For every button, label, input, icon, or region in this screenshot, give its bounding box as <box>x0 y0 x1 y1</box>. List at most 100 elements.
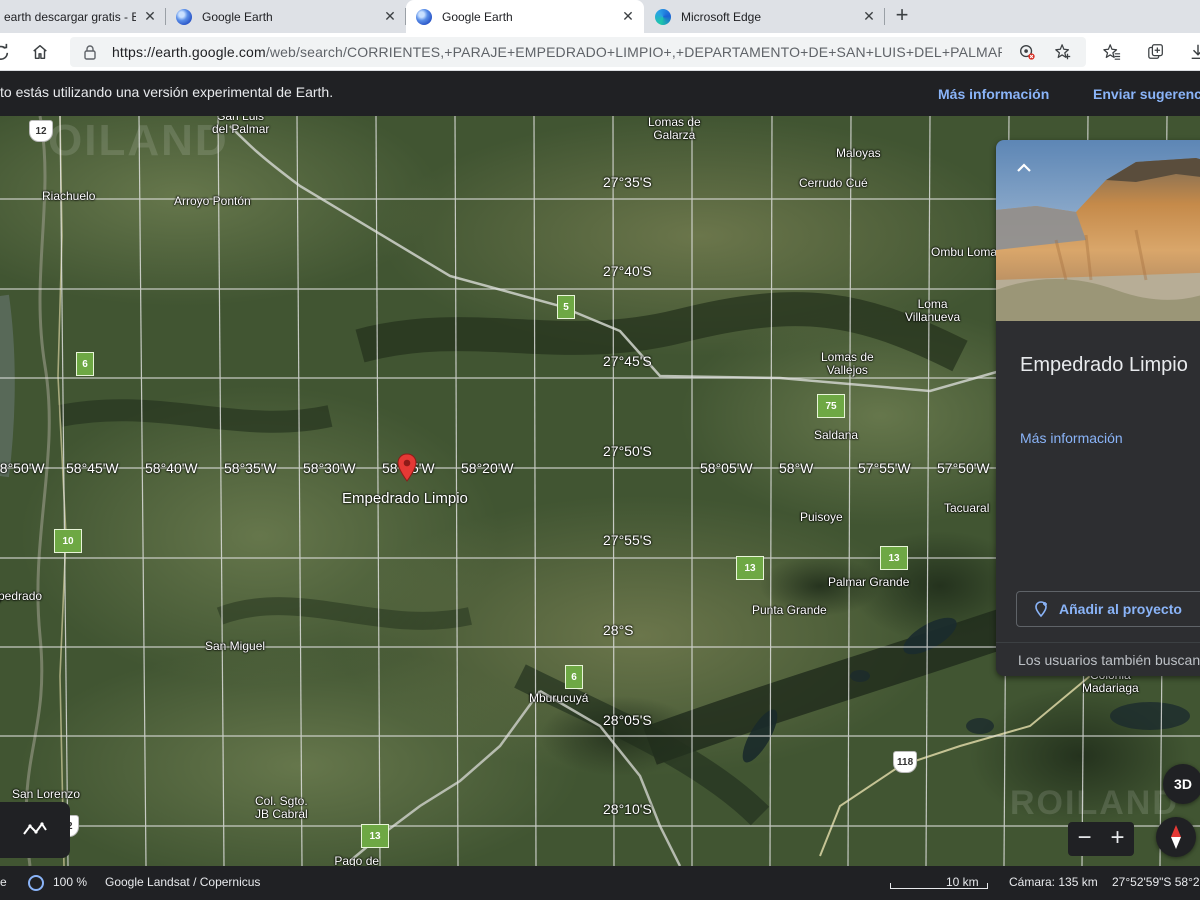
place-label[interactable]: Mburucuyá <box>529 692 588 705</box>
longitude-label: 58°50'W <box>0 460 45 476</box>
longitude-label: 57°55'W <box>858 460 911 476</box>
place-label[interactable]: pedrado <box>0 590 42 603</box>
place-name: Loma Villanueva <box>905 297 961 324</box>
google-earth-icon <box>176 8 192 25</box>
watermark-text: OILAND <box>48 116 229 165</box>
close-icon[interactable]: ✕ <box>382 8 398 24</box>
place-label[interactable]: Punta Grande <box>752 604 827 617</box>
banner-feedback-link[interactable]: Enviar sugerencias <box>1093 86 1200 102</box>
route-shield: 6 <box>565 665 583 689</box>
place-name: Lomas de Vallejos <box>821 350 874 377</box>
place-name: San Luis del Palmar <box>212 116 270 136</box>
tab-google-earth-active[interactable]: Google Earth ✕ <box>406 0 644 33</box>
tab-microsoft-edge[interactable]: Microsoft Edge ✕ <box>645 0 885 33</box>
favorites-button[interactable] <box>1099 39 1125 65</box>
tab-google-earth-1[interactable]: Google Earth ✕ <box>166 0 406 33</box>
camera-altitude: Cámara: 135 km <box>1009 875 1098 889</box>
route-shield: 10 <box>54 529 82 553</box>
pin-label[interactable]: Empedrado Limpio <box>342 490 468 507</box>
place-label[interactable]: Cerrudo Cué <box>799 177 868 190</box>
place-label[interactable]: Loma Villanueva <box>905 298 960 324</box>
zoom-controls: − + <box>1068 822 1134 856</box>
divider <box>996 642 1200 643</box>
scale-label: 10 km <box>946 875 979 889</box>
attribution[interactable]: Google Landsat / Copernicus <box>105 875 260 889</box>
address-bar[interactable]: https://earth.google.com/web/search/CORR… <box>70 37 1086 67</box>
place-label[interactable]: Tacuaral <box>944 502 989 515</box>
place-label[interactable]: Lomas de Galarza <box>648 116 701 142</box>
people-also-search[interactable]: Los usuarios también buscan <box>1018 652 1200 668</box>
tab-bing-search[interactable]: earth descargar gratis - B ✕ <box>0 0 166 33</box>
tab-title: Google Earth <box>202 9 273 24</box>
place-label[interactable]: Ombu Loma <box>931 246 997 259</box>
status-left-fragment: e <box>0 875 7 889</box>
place-label[interactable]: Palmar Grande <box>828 576 909 589</box>
compass-icon <box>1171 825 1181 849</box>
chevron-up-icon[interactable] <box>1012 156 1036 180</box>
refresh-icon <box>0 43 9 60</box>
edge-icon <box>655 8 671 25</box>
latitude-label: 27°50'S <box>603 443 652 459</box>
place-label[interactable]: San Miguel <box>205 640 265 653</box>
zoom-out-button[interactable]: − <box>1068 822 1101 856</box>
home-icon <box>33 44 47 60</box>
refresh-button[interactable] <box>0 39 14 65</box>
latitude-label: 27°55'S <box>603 532 652 548</box>
latitude-label: 28°S <box>603 622 634 638</box>
watermark-text: ROILAND <box>1010 784 1179 822</box>
banner-message: to estás utilizando una versión experime… <box>0 84 334 100</box>
banner-more-info-link[interactable]: Más información <box>938 86 1049 102</box>
place-label[interactable]: San Lorenzo <box>12 788 80 801</box>
map-style-button[interactable] <box>0 802 70 858</box>
lock-icon[interactable] <box>82 44 98 60</box>
toggle-3d-button[interactable]: 3D <box>1163 764 1200 804</box>
route-shield: 13 <box>361 824 389 848</box>
tab-title: Microsoft Edge <box>681 9 762 24</box>
place-label[interactable]: Puisoye <box>800 511 843 524</box>
tracking-prevention-button[interactable] <box>1014 39 1040 65</box>
favorites-icon <box>1103 44 1121 60</box>
longitude-label: 58°20'W <box>461 460 514 476</box>
url-text[interactable]: https://earth.google.com/web/search/CORR… <box>112 44 1002 60</box>
tab-title: earth descargar gratis - B <box>4 9 136 24</box>
add-to-project-label: Añadir al proyecto <box>1059 601 1182 617</box>
star-add-icon <box>1055 44 1071 60</box>
browser-tabstrip: earth descargar gratis - B ✕ Google Eart… <box>0 0 1200 33</box>
location-pin-icon[interactable] <box>397 453 417 483</box>
longitude-label: 58°W <box>779 460 814 476</box>
latitude-label: 28°05'S <box>603 712 652 728</box>
close-icon[interactable]: ✕ <box>861 8 877 24</box>
place-label[interactable]: Pago delos Deseos <box>327 854 386 867</box>
route-shield: 13 <box>736 556 764 580</box>
place-name: Col. Sgto. JB Cabral <box>255 794 308 821</box>
collections-icon <box>1148 44 1163 59</box>
add-favorite-button[interactable] <box>1050 39 1076 65</box>
screen: earth descargar gratis - B ✕ Google Eart… <box>0 0 1200 900</box>
place-label[interactable]: Arroyo Pontón <box>174 195 251 208</box>
place-label[interactable]: Saldana <box>814 429 858 442</box>
place-label[interactable]: Riachuelo <box>42 190 95 203</box>
status-bar: e 100 % Google Landsat / Copernicus 10 k… <box>0 866 1200 900</box>
place-name: Pago delos Deseos <box>334 854 380 867</box>
place-label[interactable]: Col. Sgto. JB Cabral <box>255 795 308 821</box>
latitude-label: 27°35'S <box>603 174 652 190</box>
route-shield: 75 <box>817 394 845 418</box>
compass-button[interactable] <box>1156 817 1196 857</box>
new-tab-button[interactable]: + <box>890 4 914 28</box>
collections-button[interactable] <box>1143 39 1169 65</box>
place-label[interactable]: Maloyas <box>836 147 881 160</box>
card-more-info-link[interactable]: Más información <box>1020 430 1123 446</box>
route-shield: 6 <box>76 352 94 376</box>
home-button[interactable] <box>27 39 53 65</box>
close-icon[interactable]: ✕ <box>142 8 158 24</box>
add-to-project-button[interactable]: Añadir al proyecto <box>1016 591 1200 627</box>
place-label[interactable]: Lomas de Vallejos <box>821 351 874 377</box>
longitude-label: 58°30'W <box>303 460 356 476</box>
url-path: /web/search/CORRIENTES,+PARAJE+EMPEDRADO… <box>265 44 1002 60</box>
experimental-banner: to estás utilizando una versión experime… <box>0 71 1200 116</box>
zoom-in-button[interactable]: + <box>1101 822 1134 856</box>
close-icon[interactable]: ✕ <box>620 8 636 24</box>
downloads-button[interactable] <box>1185 39 1200 65</box>
route-shield: 13 <box>880 546 908 570</box>
place-label[interactable]: San Luis del Palmar <box>212 116 269 136</box>
